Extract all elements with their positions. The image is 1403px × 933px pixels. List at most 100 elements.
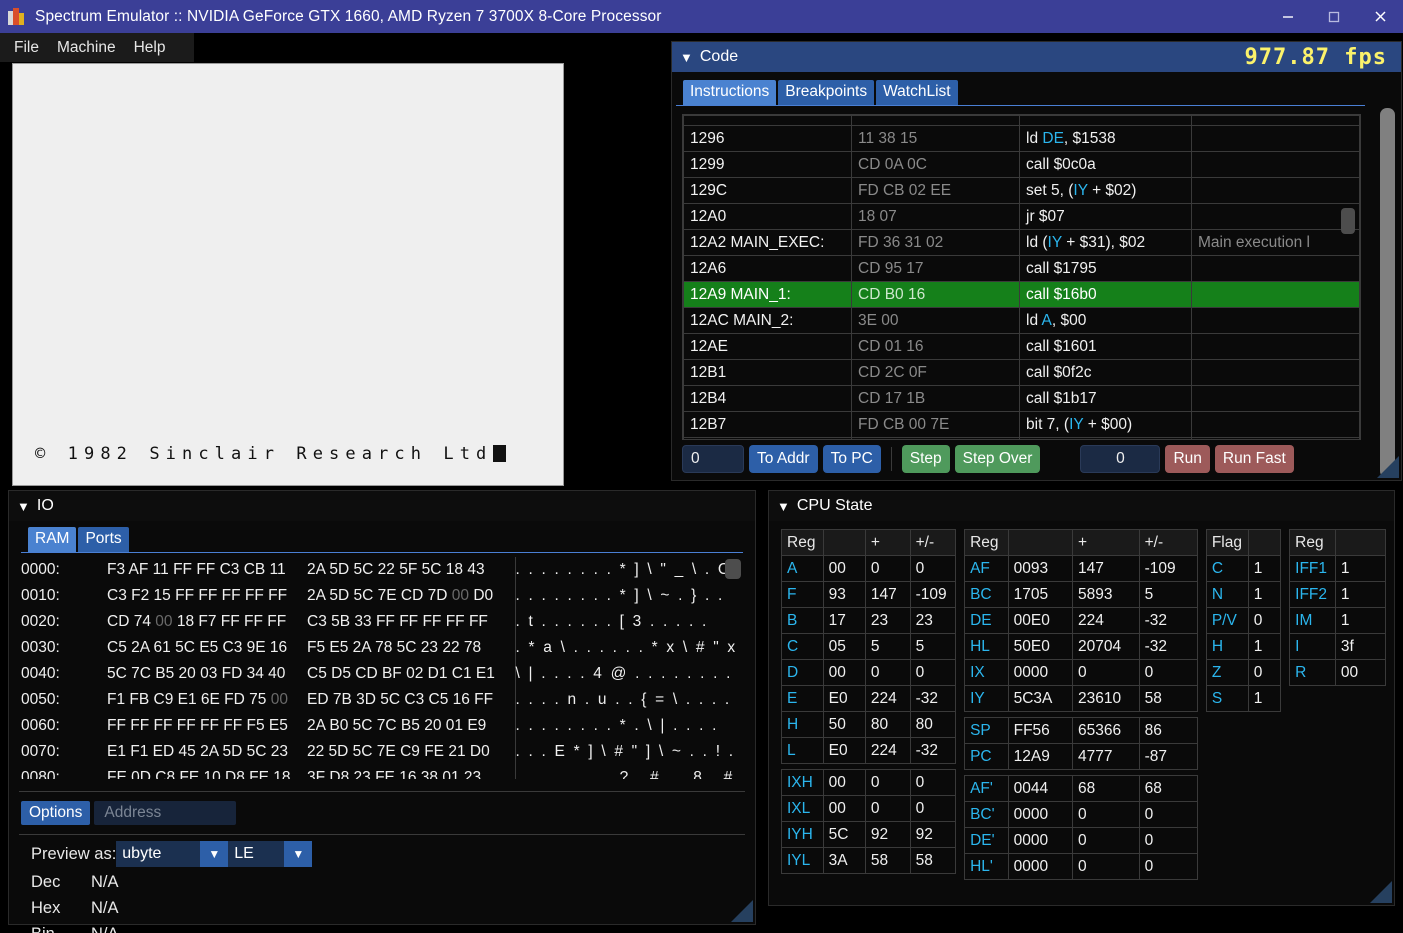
hex-byte[interactable]: 10 — [199, 769, 220, 779]
hex-byte[interactable]: FD — [217, 665, 243, 682]
hex-byte[interactable]: D1 — [423, 665, 448, 682]
register16-row[interactable]: DE 00E0 224 -32 — [964, 607, 1198, 634]
hex-byte[interactable]: FF — [172, 717, 196, 734]
address-input[interactable]: Address — [94, 801, 237, 825]
close-button[interactable] — [1357, 0, 1403, 33]
hex-byte[interactable]: 5C — [349, 587, 374, 604]
hex-byte[interactable]: 7B — [329, 691, 352, 708]
hex-byte[interactable]: 0D — [127, 769, 151, 779]
hex-byte[interactable]: 23 — [460, 769, 481, 779]
cpu-collapse-caret-icon[interactable]: ▼ — [777, 500, 790, 513]
minimize-button[interactable] — [1265, 0, 1311, 33]
goto-address-input[interactable]: 0 — [682, 445, 744, 473]
hex-byte[interactable]: C3 — [307, 613, 327, 630]
io-panel-resize-handle[interactable] — [731, 900, 753, 922]
register16-row[interactable]: BC 1705 5893 5 — [964, 581, 1198, 608]
hex-byte[interactable]: E1 — [173, 691, 197, 708]
menu-item-file[interactable]: File — [0, 33, 48, 62]
hex-byte[interactable]: 00 — [447, 587, 469, 604]
hex-byte[interactable]: FB — [125, 691, 149, 708]
tab-ram[interactable]: RAM — [28, 527, 77, 552]
instruction-row[interactable]: 12AC MAIN_2: 3E 00 ld A, $00 — [683, 307, 1360, 334]
hex-byte[interactable]: FF — [149, 717, 172, 734]
instruction-row[interactable]: 12A0 18 07 jr $07 — [683, 203, 1360, 230]
preview-type-chevron-down-icon[interactable]: ▼ — [200, 841, 229, 867]
hex-dump-row[interactable]: 0060: FF FF FF FF FF FF F5 E5 2A B0 5C 7C … — [21, 713, 738, 739]
hex-byte[interactable]: FF — [241, 587, 264, 604]
flag-row[interactable]: P/V 0 — [1205, 607, 1282, 634]
hex-byte[interactable]: 22 — [438, 639, 459, 656]
hex-byte[interactable]: 5C — [242, 743, 267, 760]
flag-row[interactable]: N1 — [1205, 581, 1282, 608]
special-register-row[interactable]: IFF2 1 — [1289, 581, 1387, 608]
hex-byte[interactable]: C9 — [396, 743, 420, 760]
hex-byte[interactable]: 45 — [174, 743, 196, 760]
hex-byte[interactable]: B5 — [151, 665, 174, 682]
hex-byte[interactable]: 3D — [352, 691, 376, 708]
hex-byte[interactable]: 2A — [307, 587, 325, 604]
hex-byte[interactable]: 03 — [196, 665, 217, 682]
flag-row[interactable]: S1 — [1205, 685, 1282, 712]
hex-byte[interactable]: 61 — [149, 639, 171, 656]
hex-dump-scrollbar[interactable] — [725, 559, 741, 759]
hex-byte[interactable]: 34 — [242, 665, 264, 682]
hex-dump-row[interactable]: 0000: F3 AF 11 FF FF C3 CB 11 2A 5D 5C 22 … — [21, 557, 738, 583]
hex-byte[interactable]: F5 — [307, 639, 325, 656]
special-register-row[interactable]: R 00 — [1289, 659, 1387, 686]
hex-byte[interactable]: E9 — [463, 717, 486, 734]
hex-byte[interactable]: 01 — [441, 717, 463, 734]
hex-byte[interactable]: FF — [465, 613, 488, 630]
hex-dump-wrapper[interactable]: 0000: F3 AF 11 FF FF C3 CB 11 2A 5D 5C 22 … — [21, 557, 743, 779]
hex-byte[interactable]: 74 — [129, 613, 151, 630]
hex-byte[interactable]: FE — [420, 743, 444, 760]
hex-byte[interactable]: D8 — [325, 769, 349, 779]
hex-byte[interactable]: FE — [245, 769, 269, 779]
hex-byte[interactable]: 38 — [416, 769, 438, 779]
register16-row[interactable]: PC 12A9 4777 -87 — [964, 743, 1198, 770]
register8-row[interactable]: L E0 224 -32 — [781, 737, 957, 764]
instruction-row[interactable]: 12AE CD 01 16 call $1601 — [683, 333, 1360, 360]
hex-byte[interactable]: 9E — [242, 639, 266, 656]
hex-byte[interactable]: 7E — [373, 743, 396, 760]
hex-byte[interactable]: 21 — [444, 743, 465, 760]
hex-byte[interactable]: 5C — [417, 561, 442, 578]
collapse-caret-icon[interactable]: ▼ — [680, 51, 693, 64]
maximize-button[interactable] — [1311, 0, 1357, 33]
hex-byte[interactable]: FE — [107, 769, 127, 779]
hex-byte[interactable]: 00 — [266, 691, 288, 708]
hex-byte[interactable]: FF — [216, 613, 240, 630]
hex-byte[interactable]: FF — [470, 691, 493, 708]
register8-row[interactable]: IYL 3A 58 58 — [781, 847, 957, 874]
io-collapse-caret-icon[interactable]: ▼ — [17, 500, 30, 513]
hex-byte[interactable]: D5 — [327, 665, 351, 682]
hex-byte[interactable]: 16 — [395, 769, 416, 779]
hex-dump-row[interactable]: 0040: 5C 7C B5 20 03 FD 34 40 C5 D5 CD BF … — [21, 661, 738, 687]
tab-instructions[interactable]: Instructions — [683, 80, 777, 105]
run-button[interactable]: Run — [1165, 445, 1210, 473]
hex-byte[interactable]: 78 — [371, 639, 392, 656]
hex-byte[interactable]: B5 — [397, 717, 420, 734]
hex-byte[interactable]: 2A — [348, 639, 371, 656]
hex-byte[interactable]: 5C — [171, 639, 195, 656]
special-register-row[interactable]: IFF1 1 — [1289, 555, 1387, 582]
hex-byte[interactable]: 11 — [265, 561, 286, 578]
hex-byte[interactable]: 02 — [402, 665, 423, 682]
hex-byte[interactable]: 23 — [349, 769, 371, 779]
hex-byte[interactable]: 5C — [392, 639, 417, 656]
hex-byte[interactable]: FF — [395, 613, 418, 630]
register8-row[interactable]: IYH 5C 92 92 — [781, 821, 957, 848]
hex-byte[interactable]: 5C — [348, 743, 373, 760]
hex-byte[interactable]: 16 — [266, 639, 287, 656]
hex-byte[interactable]: E5 — [195, 639, 218, 656]
menu-item-machine[interactable]: Machine — [48, 33, 125, 62]
hex-byte[interactable]: C3 — [107, 587, 127, 604]
instructions-scrollbar-thumb[interactable] — [1341, 208, 1355, 234]
hex-byte[interactable]: 2A — [307, 717, 325, 734]
hex-byte[interactable]: 5F — [395, 561, 417, 578]
menu-item-help[interactable]: Help — [125, 33, 175, 62]
code-panel-scrollbar[interactable] — [1380, 108, 1395, 478]
register16-row[interactable]: HL' 0000 0 0 — [964, 853, 1198, 880]
run-fast-button[interactable]: Run Fast — [1214, 445, 1294, 473]
hex-byte[interactable]: F1 — [107, 691, 125, 708]
hex-byte[interactable]: 00 — [151, 613, 172, 630]
